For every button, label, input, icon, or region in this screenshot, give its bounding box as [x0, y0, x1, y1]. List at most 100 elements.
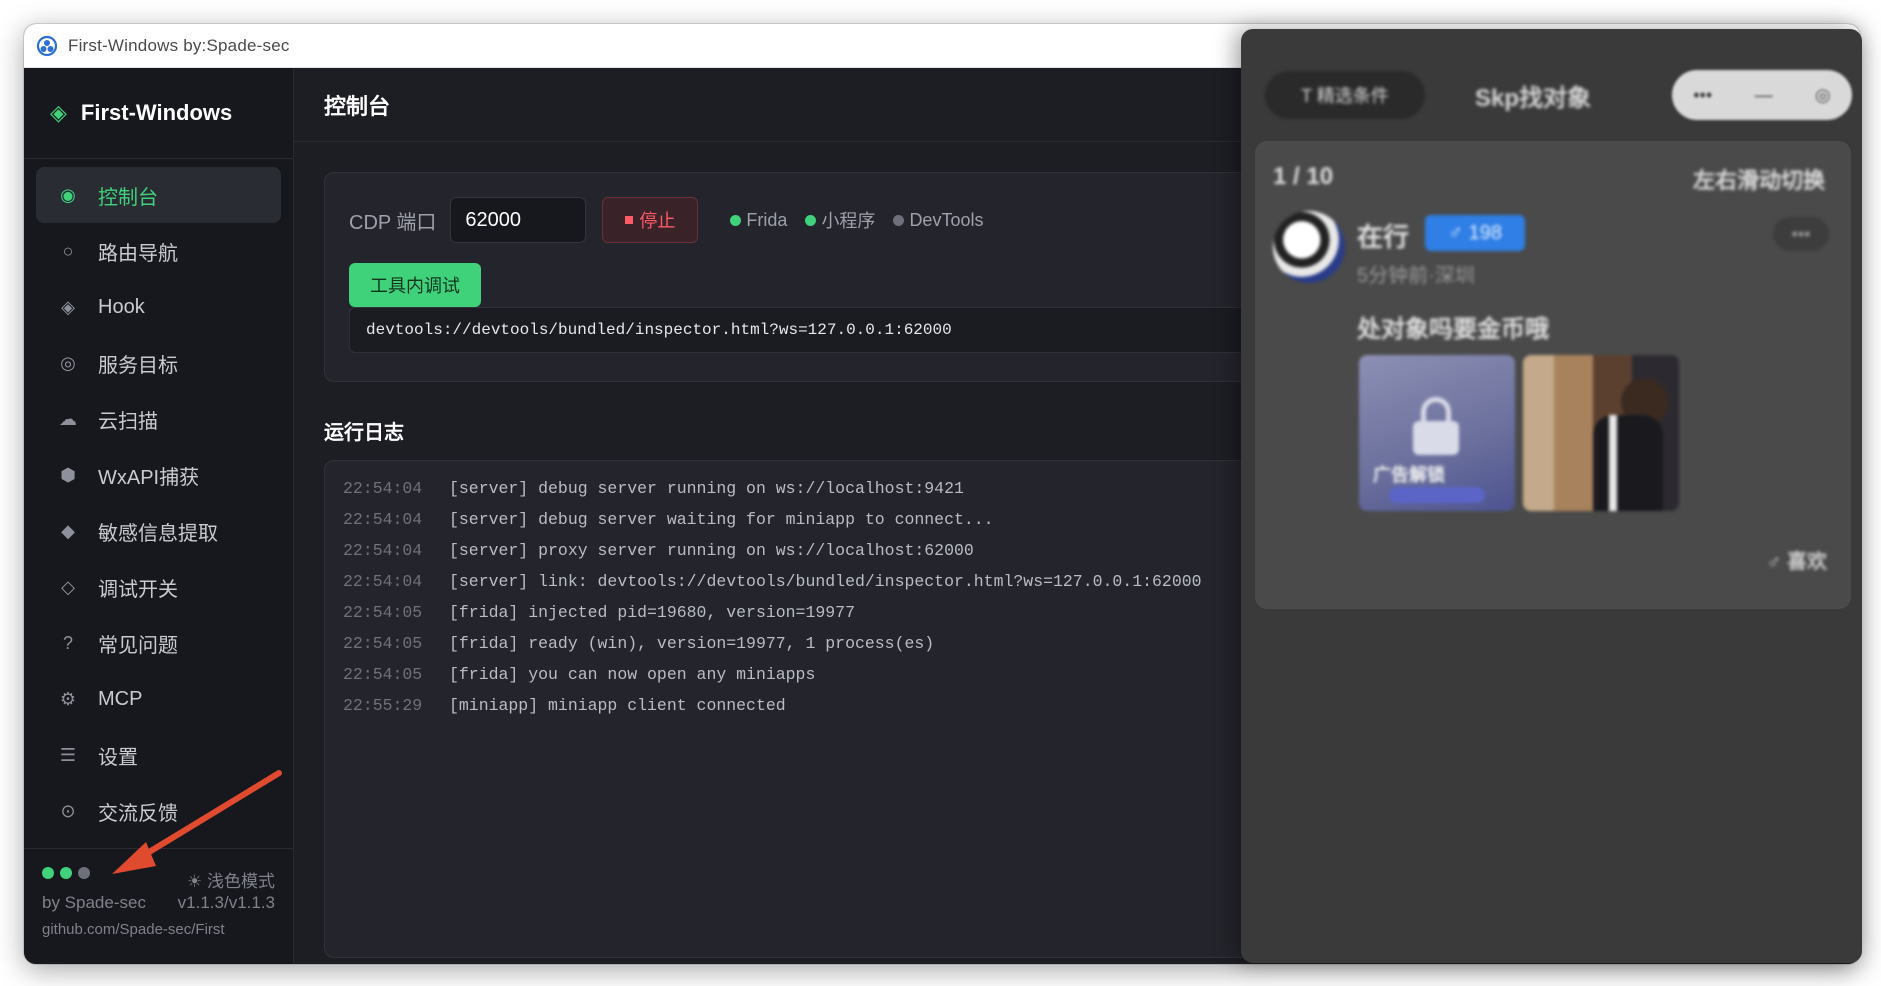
sidebar-item-label: 路由导航 — [98, 242, 178, 265]
unlock-label: 广告解锁 — [1373, 465, 1445, 485]
theme-toggle[interactable]: ☀ 浅色模式 — [187, 867, 275, 892]
app-logo-icon — [36, 35, 58, 56]
log-time: 22:54:05 — [343, 603, 423, 622]
status-dot-icon — [893, 214, 905, 226]
minimize-icon[interactable]: — — [1755, 85, 1773, 106]
status-label: 小程序 — [821, 211, 876, 231]
sidebar-item-label: 服务目标 — [98, 354, 178, 377]
log-message: [frida] you can now open any miniapps — [449, 665, 816, 684]
log-message: [frida] ready (win), version=19977, 1 pr… — [449, 634, 935, 653]
like-button[interactable]: ♂ 喜欢 — [1766, 545, 1827, 574]
cdp-row: CDP 端口 停止 Frida 小程序 DevTools — [349, 197, 983, 243]
log-message: [server] debug server waiting for miniap… — [449, 510, 994, 529]
status-frida: Frida — [730, 210, 787, 231]
sidebar-item-label: 设置 — [98, 746, 138, 769]
status-dot-green — [42, 867, 54, 879]
log-line: 22:54:05 [frida] you can now open any min… — [343, 665, 1305, 696]
locked-image[interactable]: 广告解锁 — [1359, 355, 1515, 511]
log-line: 22:55:29 [miniapp] miniapp client connect… — [343, 696, 1305, 727]
avatar[interactable] — [1273, 211, 1345, 283]
window-title: First-Windows by:Spade-sec — [68, 35, 290, 55]
cdp-port-input[interactable] — [450, 197, 587, 243]
more-options-icon[interactable]: ••• — [1693, 85, 1712, 106]
log-line: 22:54:05 [frida] ready (win), version=199… — [343, 634, 1305, 665]
hexagon-icon: ⬢ — [60, 464, 76, 485]
divider — [24, 158, 293, 159]
sidebar-item-label: WxAPI捕获 — [98, 466, 200, 489]
sidebar-item-route-nav[interactable]: ○ 路由导航 — [36, 223, 281, 279]
cdp-port-label: CDP 端口 — [349, 211, 437, 234]
log-message: [server] debug server running on ws://lo… — [449, 479, 964, 498]
more-button[interactable]: ••• — [1773, 217, 1829, 251]
cloud-icon: ☁ — [59, 408, 77, 429]
sidebar-item-feedback[interactable]: ⊙ 交流反馈 — [36, 783, 281, 839]
sidebar-item-hook[interactable]: ◈ Hook — [36, 279, 281, 335]
sidebar-item-service-target[interactable]: ◎ 服务目标 — [36, 335, 281, 391]
cdp-card: CDP 端口 停止 Frida 小程序 DevTools — [324, 172, 1325, 382]
status-label: DevTools — [909, 209, 984, 230]
sidebar-item-label: 常见问题 — [98, 634, 178, 657]
status-label: Frida — [746, 209, 788, 230]
devtools-url-field[interactable]: devtools://devtools/bundled/inspector.ht… — [349, 307, 1325, 353]
miniapp-top-bar: T 精选条件 Skp找对象 ••• — ◎ — [1265, 69, 1852, 121]
log-line: 22:54:04 [server] debug server running on… — [343, 479, 1305, 510]
log-message: [server] link: devtools://devtools/bundl… — [449, 572, 1202, 591]
log-panel[interactable]: 22:54:04 [server] debug server running on… — [324, 460, 1324, 958]
filter-pill[interactable]: T 精选条件 — [1265, 71, 1425, 119]
sidebar-item-wxapi-capture[interactable]: ⬢ WxAPI捕获 — [36, 447, 281, 503]
feedback-icon: ⊙ — [60, 800, 76, 821]
stop-icon — [625, 216, 634, 224]
swipe-hint: 左右滑动切换 — [1692, 168, 1825, 193]
sidebar-item-label: 敏感信息提取 — [98, 522, 218, 545]
profile-card: 1 / 10 左右滑动切换 在行 ♂ 198 5分钟前·深圳 ••• 处对象吗要… — [1255, 141, 1851, 609]
sidebar-footer: ☀ 浅色模式 by Spade-sec v1.1.3/v1.1.3 github… — [24, 848, 293, 964]
log-time: 22:54:04 — [343, 572, 423, 591]
status-dot-green — [60, 867, 72, 879]
sidebar-item-sensitive-extract[interactable]: ◆ 敏感信息提取 — [36, 503, 281, 559]
sidebar-item-settings[interactable]: ☰ 设置 — [36, 727, 281, 783]
miniapp-title: Skp找对象 — [1475, 84, 1592, 112]
log-time: 22:54:05 — [343, 665, 423, 684]
user-name: 在行 — [1357, 222, 1410, 252]
status-devtools: DevTools — [893, 210, 983, 231]
route-icon: ○ — [62, 240, 74, 261]
close-target-icon[interactable]: ◎ — [1815, 85, 1831, 106]
menu-icon: ☰ — [59, 744, 77, 765]
sidebar-item-faq[interactable]: ? 常见问题 — [36, 615, 281, 671]
question-icon: ? — [62, 632, 73, 653]
gear-icon: ⚙ — [59, 688, 77, 709]
status-miniapp: 小程序 — [805, 207, 875, 233]
sidebar-item-mcp[interactable]: ⚙ MCP — [36, 671, 281, 727]
sidebar-item-cloud-scan[interactable]: ☁ 云扫描 — [36, 391, 281, 447]
log-time: 22:54:04 — [343, 541, 423, 560]
diamond-logo-icon: ◈ — [50, 100, 67, 125]
target-icon: ◉ — [60, 184, 76, 205]
miniapp-capsule-controls: ••• — ◎ — [1672, 70, 1852, 120]
page-title: 控制台 — [324, 93, 391, 119]
log-time: 22:54:04 — [343, 479, 423, 498]
repo-link[interactable]: github.com/Spade-sec/First — [42, 921, 275, 938]
sidebar-item-console[interactable]: ◉ 控制台 — [36, 167, 281, 223]
sidebar: ◈ First-Windows ◉ 控制台 ○ 路由导航 ◈ Hook ◎ 服务… — [24, 68, 294, 964]
lock-body — [1413, 421, 1459, 455]
log-section-title: 运行日志 — [324, 422, 404, 444]
unlock-bar — [1389, 487, 1485, 503]
theme-toggle-label: 浅色模式 — [207, 872, 275, 891]
author-label: by Spade-sec — [42, 893, 146, 912]
log-time: 22:55:29 — [343, 696, 423, 715]
stop-button[interactable]: 停止 — [602, 197, 699, 243]
log-message: [miniapp] miniapp client connected — [449, 696, 786, 715]
sun-icon: ☀ — [187, 872, 203, 891]
post-text: 处对象吗要金币哦 — [1357, 316, 1549, 343]
lock-icon — [1413, 397, 1459, 455]
photo-thumbnail[interactable] — [1523, 355, 1679, 511]
sidebar-item-debug-switch[interactable]: ◇ 调试开关 — [36, 559, 281, 615]
in-tool-debug-button[interactable]: 工具内调试 — [349, 263, 481, 307]
status-dot-icon — [805, 214, 817, 226]
user-subtitle: 5分钟前·深圳 — [1357, 265, 1475, 287]
miniapp-overlay-panel: T 精选条件 Skp找对象 ••• — ◎ 1 / 10 左右滑动切换 在行 ♂… — [1241, 29, 1862, 963]
sidebar-item-label: 云扫描 — [98, 410, 158, 433]
status-dot-gray — [78, 867, 90, 879]
service-icon: ◎ — [60, 352, 76, 373]
card-counter: 1 / 10 — [1273, 163, 1334, 190]
